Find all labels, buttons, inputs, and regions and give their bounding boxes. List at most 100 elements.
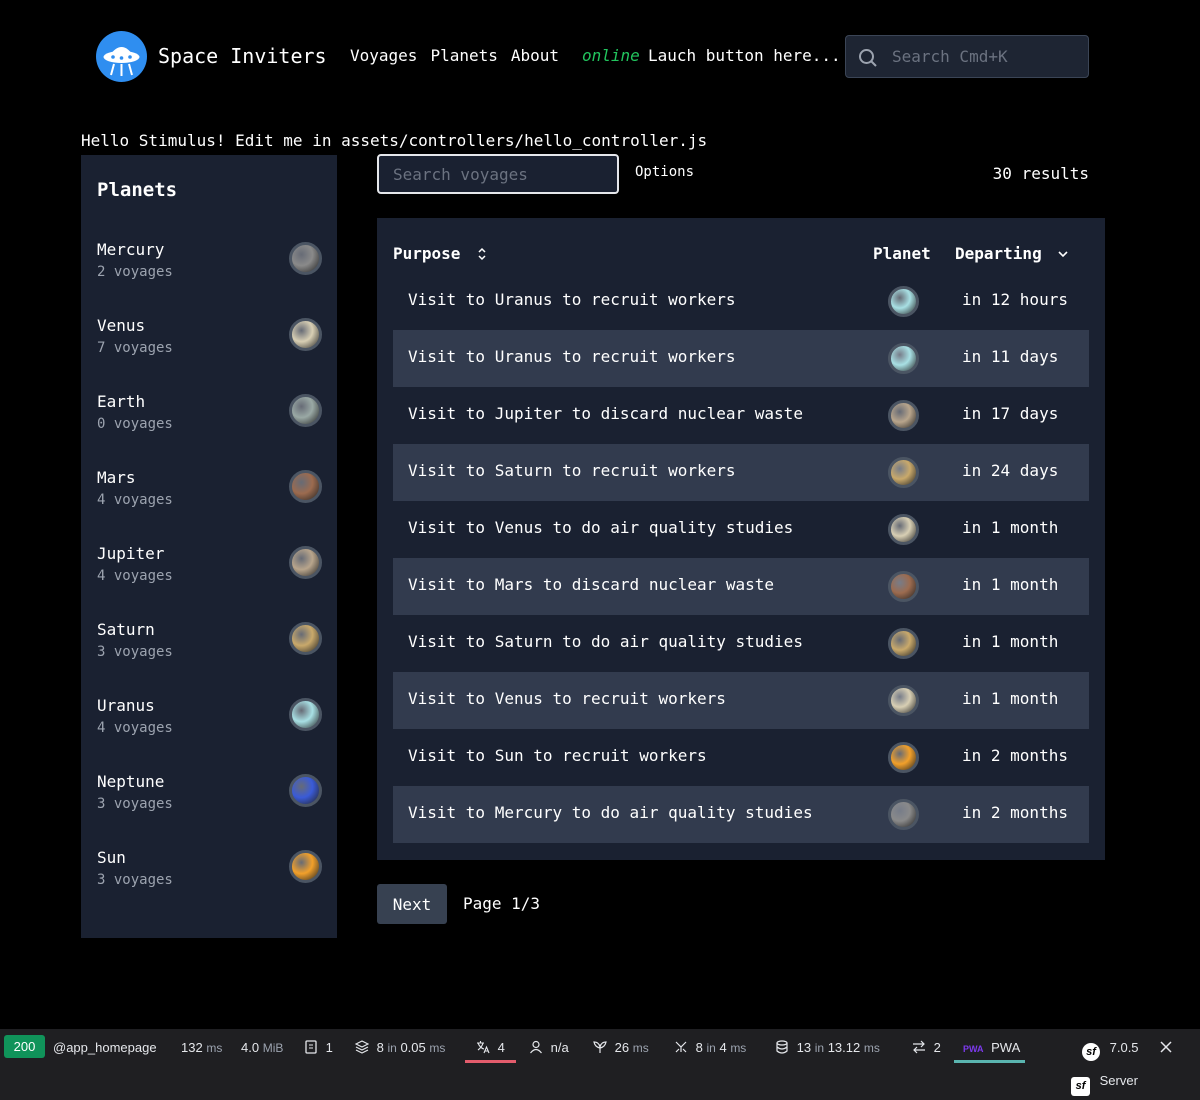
request-time-unit: ms <box>206 1041 223 1055</box>
planet-name: Sun <box>97 848 126 867</box>
planet-voyage-count: 2 voyages <box>97 264 173 280</box>
events-count: 8 <box>695 1040 703 1055</box>
voyage-departing: in 1 month <box>962 632 1059 651</box>
sun-planet-icon <box>888 742 919 773</box>
planet-voyage-count: 7 voyages <box>97 340 173 356</box>
voyage-departing: in 1 month <box>962 689 1059 708</box>
events-panel[interactable]: 8 in 4 ms <box>674 1037 746 1059</box>
table-row[interactable]: Visit to Mercury to do air quality studi… <box>393 786 1089 843</box>
voyage-departing: in 1 month <box>962 518 1059 537</box>
translation-count: 4 <box>497 1040 505 1055</box>
planet-voyage-count: 4 voyages <box>97 492 173 508</box>
search-icon <box>859 49 877 67</box>
sidebar-item-neptune[interactable]: Neptune 3 voyages <box>97 772 322 832</box>
mercury-planet-icon <box>888 799 919 830</box>
next-page-button[interactable]: Next <box>377 884 447 924</box>
chevron-down-icon <box>1058 251 1068 258</box>
table-row[interactable]: Visit to Uranus to recruit workers in 11 … <box>393 330 1089 387</box>
twig-leaf-icon <box>593 1041 607 1053</box>
memory-value: 4.0 <box>241 1040 260 1055</box>
nav-voyages[interactable]: Voyages <box>350 46 417 65</box>
table-row[interactable]: Visit to Saturn to recruit workers in 24 … <box>393 444 1089 501</box>
logo-ufo-icon[interactable] <box>96 31 147 82</box>
twig-panel[interactable]: 26 ms <box>593 1037 649 1059</box>
column-header-purpose[interactable]: Purpose <box>393 244 488 263</box>
planet-name: Mars <box>97 468 136 487</box>
table-row[interactable]: Visit to Venus to recruit workers in 1 mo… <box>393 672 1089 729</box>
cache-calls: 8 <box>376 1040 384 1055</box>
sidebar-item-mercury[interactable]: Mercury 2 voyages <box>97 240 322 300</box>
sidebar-title: Planets <box>97 179 178 201</box>
global-search-button[interactable]: Search Cmd+K <box>845 35 1089 78</box>
brand-name[interactable]: Space Inviters <box>158 44 327 68</box>
translation-panel[interactable]: 4 <box>476 1037 505 1059</box>
cache-panel[interactable]: 8 in 0.05 ms <box>355 1037 445 1059</box>
earth-planet-icon <box>289 394 322 427</box>
venus-planet-icon <box>289 318 322 351</box>
saturn-planet-icon <box>888 628 919 659</box>
cache-time: 0.05 <box>400 1040 426 1055</box>
sidebar-item-jupiter[interactable]: Jupiter 4 voyages <box>97 544 322 604</box>
sidebar-item-earth[interactable]: Earth 0 voyages <box>97 392 322 452</box>
status-code-badge[interactable]: 200 <box>4 1035 45 1058</box>
table-row[interactable]: Visit to Saturn to do air quality studie… <box>393 615 1089 672</box>
voyages-search-input[interactable] <box>377 154 619 194</box>
results-count: 30 results <box>992 164 1089 183</box>
database-time: 13.12 <box>827 1040 861 1055</box>
planet-name: Venus <box>97 316 146 335</box>
page-scrollbar[interactable] <box>1186 0 1200 1029</box>
security-panel[interactable]: n/a <box>529 1037 569 1059</box>
symfony-version-panel[interactable]: sf 7.0.5 <box>1082 1037 1139 1061</box>
nav-about[interactable]: About <box>511 46 559 65</box>
sort-icon <box>478 247 486 261</box>
saturn-planet-icon <box>289 622 322 655</box>
column-header-planet: Planet <box>873 244 931 263</box>
memory-usage[interactable]: 4.0 MiB <box>241 1037 283 1059</box>
planet-voyage-count: 3 voyages <box>97 796 173 812</box>
translation-warning-underline <box>465 1060 516 1063</box>
table-row[interactable]: Visit to Uranus to recruit workers in 12 … <box>393 273 1089 330</box>
options-button[interactable]: Options <box>635 164 694 180</box>
nav-planets[interactable]: Planets <box>430 46 497 65</box>
sidebar-item-uranus[interactable]: Uranus 4 voyages <box>97 696 322 756</box>
saturn-planet-icon <box>888 457 919 488</box>
voyage-purpose: Visit to Uranus to recruit workers <box>408 347 736 366</box>
forms-panel[interactable]: 1 <box>304 1037 333 1059</box>
pwa-panel[interactable]: PWA PWA <box>963 1037 1020 1059</box>
table-row[interactable]: Visit to Jupiter to discard nuclear wast… <box>393 387 1089 444</box>
twig-unit: ms <box>632 1041 649 1055</box>
sidebar-item-mars[interactable]: Mars 4 voyages <box>97 468 322 528</box>
column-header-departing-label: Departing <box>955 244 1042 263</box>
search-placeholder: Search Cmd+K <box>892 47 1008 66</box>
planet-name: Jupiter <box>97 544 165 563</box>
voyage-purpose: Visit to Saturn to recruit workers <box>408 461 736 480</box>
request-time[interactable]: 132 ms <box>181 1037 222 1059</box>
pwa-logo-icon: PWA <box>963 1044 984 1054</box>
server-panel[interactable]: sf Server <box>1071 1070 1138 1096</box>
close-toolbar-button[interactable] <box>1159 1037 1173 1059</box>
table-row[interactable]: Visit to Venus to do air quality studies… <box>393 501 1089 558</box>
http-client-panel[interactable]: 2 <box>912 1037 941 1059</box>
voyage-purpose: Visit to Jupiter to discard nuclear wast… <box>408 404 803 423</box>
mars-planet-icon <box>289 470 322 503</box>
voyage-purpose: Visit to Mercury to do air quality studi… <box>408 803 813 822</box>
sidebar-item-saturn[interactable]: Saturn 3 voyages <box>97 620 322 680</box>
table-row[interactable]: Visit to Sun to recruit workers in 2 mont… <box>393 729 1089 786</box>
events-unit: ms <box>730 1041 747 1055</box>
planet-voyage-count: 4 voyages <box>97 568 173 584</box>
neptune-planet-icon <box>289 774 322 807</box>
sidebar-item-sun[interactable]: Sun 3 voyages <box>97 848 322 908</box>
launch-placeholder-text: Lauch button here... <box>648 46 841 65</box>
sidebar-item-venus[interactable]: Venus 7 voyages <box>97 316 322 376</box>
voyages-table: Purpose Planet Departing Visit to Uranus… <box>377 218 1105 860</box>
mars-planet-icon <box>888 571 919 602</box>
symfony-logo-icon: sf <box>1082 1043 1100 1061</box>
table-row[interactable]: Visit to Mars to discard nuclear waste in… <box>393 558 1089 615</box>
route-name[interactable]: @app_homepage <box>53 1037 157 1059</box>
planet-name: Saturn <box>97 620 155 639</box>
planet-voyage-count: 3 voyages <box>97 644 173 660</box>
uranus-planet-icon <box>289 698 322 731</box>
voyage-departing: in 2 months <box>962 803 1068 822</box>
database-panel[interactable]: 13 in 13.12 ms <box>775 1037 880 1059</box>
column-header-departing[interactable]: Departing <box>955 244 1069 263</box>
